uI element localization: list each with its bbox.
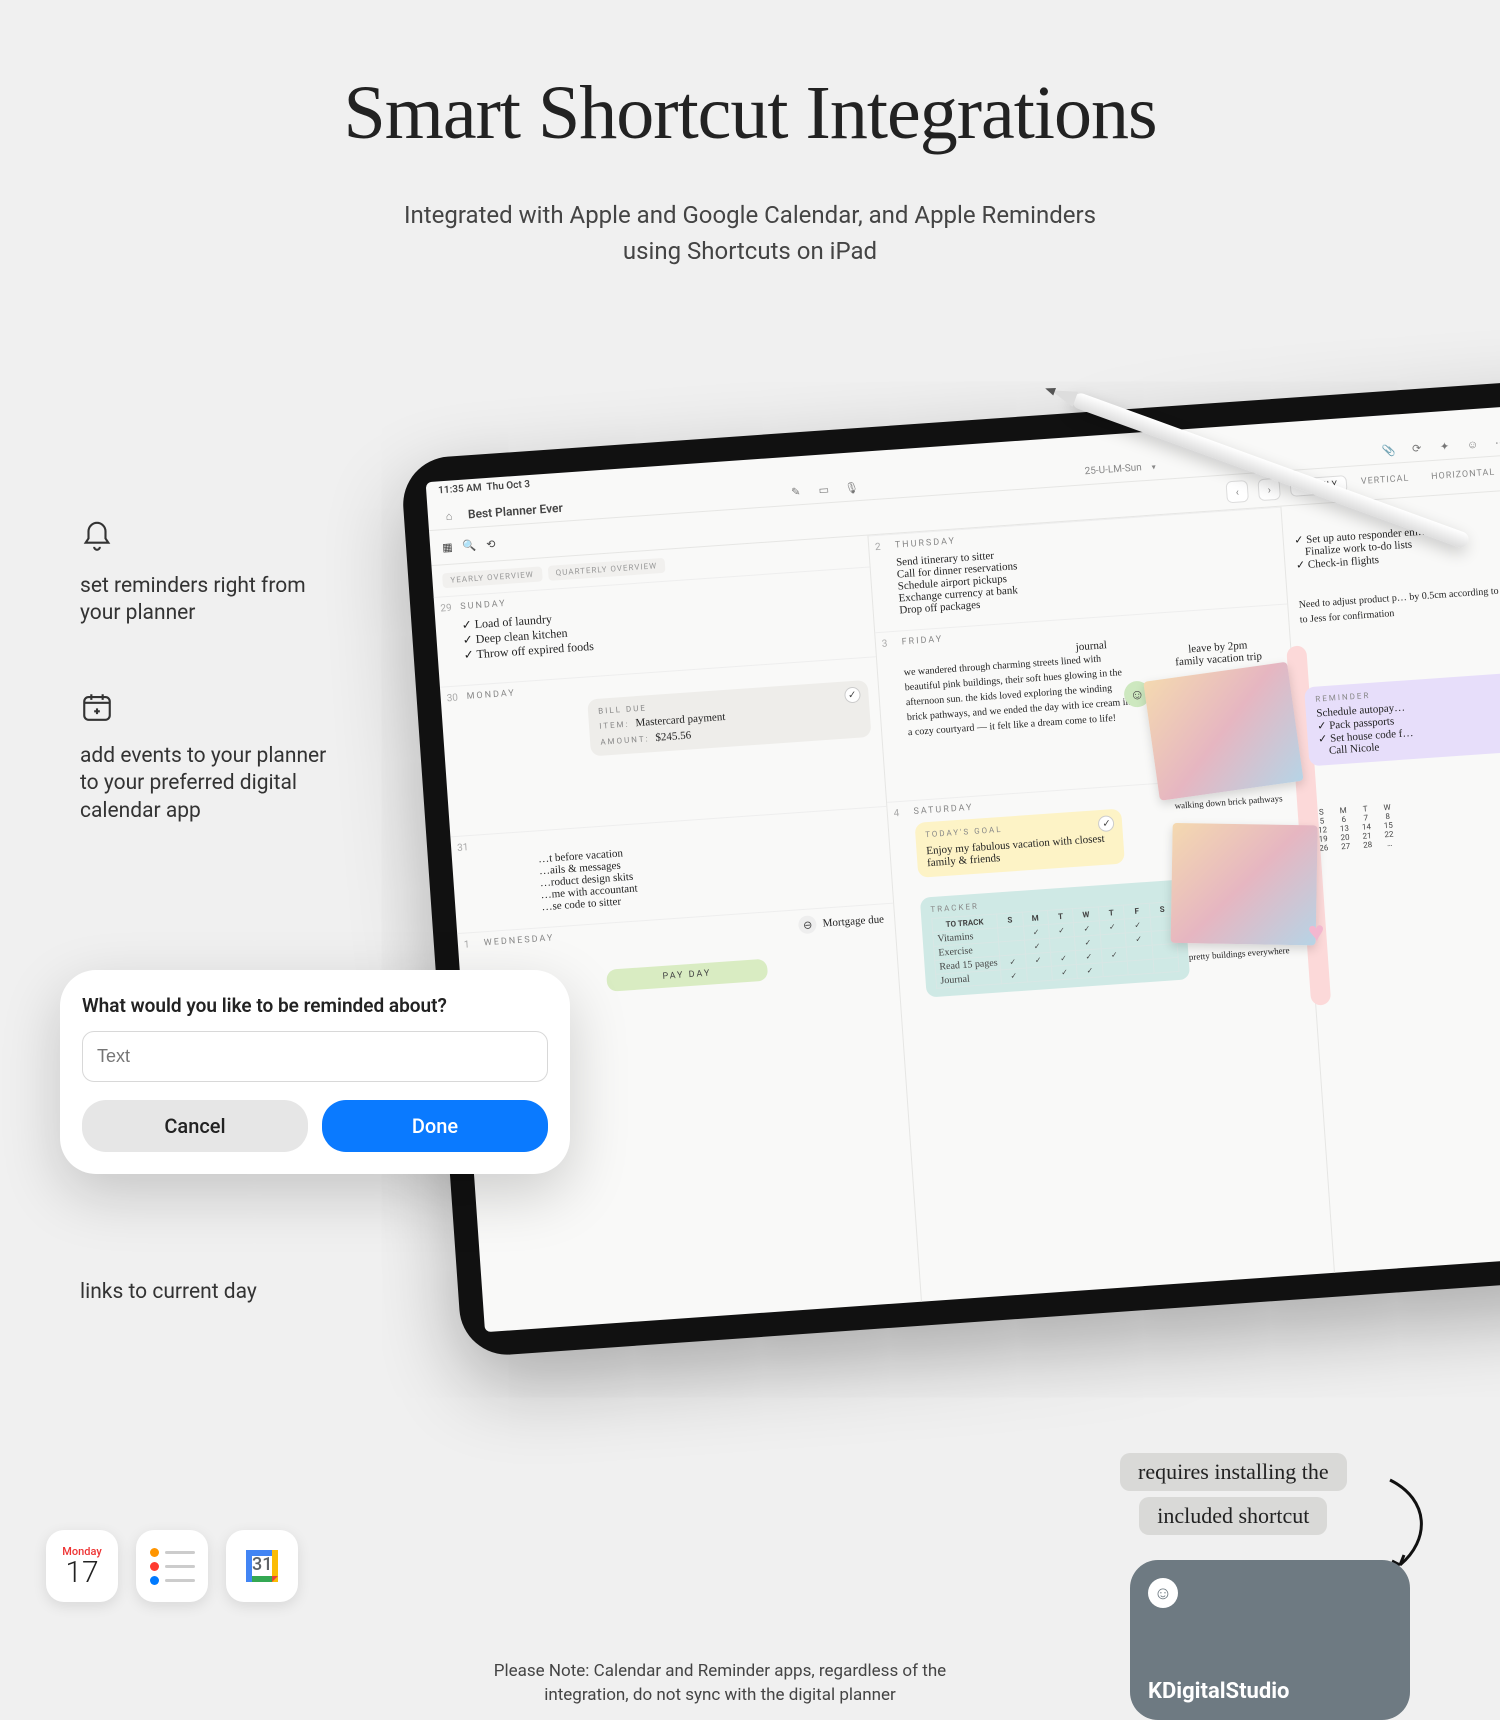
tab-horizontal[interactable]: HORIZONTAL [1423,464,1500,488]
coin-icon: ⊖ [798,915,817,934]
gcal-day-number: 31 [252,1554,272,1575]
cancel-button[interactable]: Cancel [82,1100,308,1152]
mortgage-note: ⊖ Mortgage due [798,910,884,934]
grid-icon[interactable]: ▦ [442,540,453,554]
pen-icon[interactable]: ✎ [786,482,805,501]
apple-reminders-icon [136,1530,208,1602]
search-icon[interactable]: 🔍 [462,538,477,552]
field-label: ITEM: [599,720,630,731]
bill-sticky: ✓ BILL DUE ITEM:Mastercard payment AMOUN… [587,680,871,756]
mic-icon[interactable]: 🎙 [842,478,861,497]
reminder-input[interactable] [82,1031,548,1082]
field-label: AMOUNT: [600,734,650,746]
cal-day[interactable]: 28 [1359,840,1376,850]
day-number: 3 [881,638,887,649]
lasso-icon[interactable]: ⟲ [486,537,496,551]
day-number: 29 [440,603,452,615]
subhead-line2: using Shortcuts on iPad [0,233,1500,269]
apple-calendar-icon: Monday 17 [46,1530,118,1602]
sync-icon[interactable]: ⟳ [1407,438,1426,457]
feature-text: add events to your planner to your prefe… [80,743,340,825]
feature-reminders: set reminders right from your planner [80,520,340,628]
bill-item: Mastercard payment [635,711,726,729]
journal-text: we wandered through charming streets lin… [903,650,1134,741]
page-headline: Smart Shortcut Integrations [0,70,1500,157]
cal-day-number: 17 [65,1558,98,1588]
day-number: 1 [464,939,470,950]
smiley-icon: ☺ [1148,1578,1178,1608]
tab-yearly-overview[interactable]: YEARLY OVERVIEW [442,566,542,588]
footnote-line: integration, do not sync with the digita… [400,1684,1040,1708]
subhead-line1: Integrated with Apple and Google Calenda… [0,197,1500,233]
day-number: 2 [875,542,881,553]
disclaimer: Please Note: Calendar and Reminder apps,… [400,1660,1040,1708]
shortcut-widget[interactable]: ☺ KDigitalStudio [1130,1560,1410,1720]
reminder-sticky: REMINDER Schedule autopay… Pack passport… [1305,668,1500,766]
smile-icon[interactable]: ☺ [1463,435,1482,454]
done-button[interactable]: Done [322,1100,548,1152]
attach-icon[interactable]: 📎 [1379,440,1398,459]
tab-vertical[interactable]: VERTICAL [1352,470,1418,492]
shortcut-name: KDigitalStudio [1148,1679,1289,1704]
payday-sticky: PAY DAY [606,959,767,992]
sparkle-icon[interactable]: ✦ [1435,436,1454,455]
footnote-line: Please Note: Calendar and Reminder apps,… [400,1660,1040,1684]
doc-dropdown[interactable]: 25-U-LM-Sun [1084,462,1142,477]
cal-day[interactable]: … [1381,838,1398,848]
tab-quarterly-overview[interactable]: QUARTERLY OVERVIEW [547,558,665,581]
calendar-add-icon [80,690,340,733]
google-calendar-icon: 31 [226,1530,298,1602]
heart-sticker: ♥ [1307,915,1326,949]
check-icon: ✓ [1098,815,1115,832]
more-icon[interactable]: ⋯ [1491,433,1500,452]
planner-spread: YEARLY OVERVIEW QUARTERLY OVERVIEW 29 SU… [431,486,1500,1332]
bill-amount: $245.56 [655,729,692,743]
status-date: Thu Oct 3 [486,479,530,493]
feature-text: set reminders right from your planner [80,573,340,628]
dialog-question: What would you like to be reminded about… [82,994,548,1017]
photo-placeholder [1143,662,1304,801]
bell-icon [80,520,340,563]
day-number: 4 [893,808,899,819]
day-number: 30 [446,693,458,705]
card-icon[interactable]: ▭ [814,480,833,499]
status-time: 11:35 AM [438,482,482,496]
tracker-sticky: TRACKER TO TRACK SMTWTFS Vitamins✓✓✓✓✓ E… [920,879,1191,997]
tracker-table: TO TRACK SMTWTFS Vitamins✓✓✓✓✓ Exercise✓… [931,901,1180,989]
document-title: Best Planner Ever [467,501,563,522]
chevron-down-icon[interactable]: ▾ [1151,462,1156,471]
home-icon[interactable]: ⌂ [439,506,458,525]
note-line: requires installing the [1120,1453,1347,1491]
note-line: included shortcut [1139,1497,1327,1535]
app-icon-row: Monday 17 31 [46,1530,298,1602]
photo-placeholder [1171,823,1319,946]
day-number: 31 [457,842,469,854]
page-subhead: Integrated with Apple and Google Calenda… [0,197,1500,269]
feature-events: add events to your planner to your prefe… [80,690,340,825]
goal-text: Enjoy my fabulous vacation with closest … [926,832,1115,869]
photo-collage: leave by 2pm family vacation trip ☺ walk… [1135,636,1322,965]
mortgage-text: Mortgage due [822,913,884,929]
reminder-dialog: What would you like to be reminded about… [60,970,570,1174]
feature-link-day: links to current day [80,1280,257,1304]
goal-sticky: ✓ TODAY'S GOAL Enjoy my fabulous vacatio… [914,809,1125,878]
cal-day[interactable]: 27 [1337,841,1354,851]
day-monday: 30 MONDAY ✓ BILL DUE ITEM:Mastercard pay… [440,656,886,836]
shortcut-install-note: requires installing the included shortcu… [1120,1450,1347,1538]
